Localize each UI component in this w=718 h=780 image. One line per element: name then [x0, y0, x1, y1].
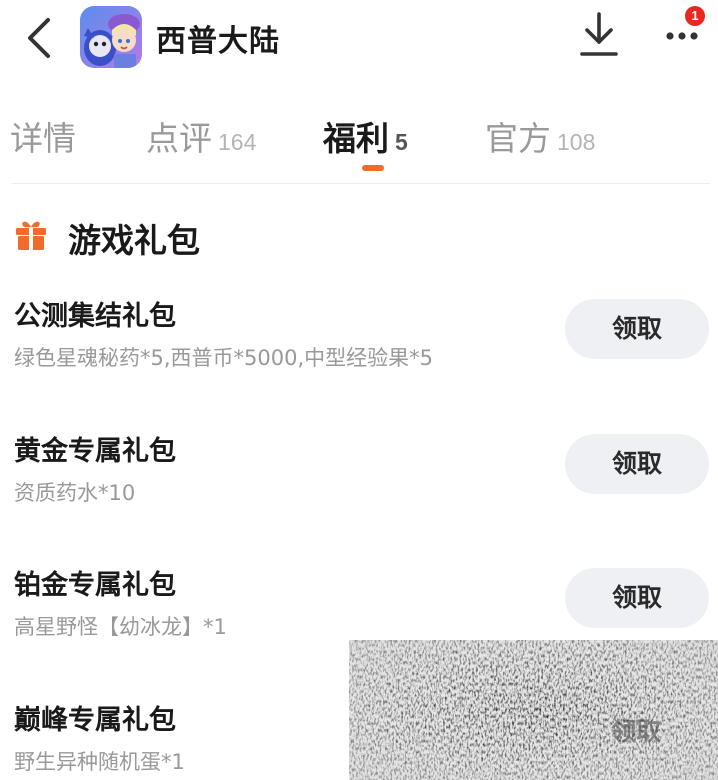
tab-label: 福利	[323, 119, 389, 158]
noise-pattern	[349, 640, 718, 780]
download-icon	[580, 12, 618, 56]
tab-reviews[interactable]: 点评 164	[146, 112, 256, 160]
tab-welfare[interactable]: 福利 5	[323, 112, 408, 160]
download-button[interactable]	[576, 10, 622, 60]
app-title: 西普大陆	[156, 24, 280, 59]
tab-count: 164	[218, 129, 257, 155]
tab-label: 官方	[485, 119, 551, 158]
claim-button[interactable]: 领取	[565, 568, 709, 628]
gift-desc: 野生异种随机蛋*1	[14, 750, 185, 774]
gift-desc: 绿色星魂秘药*5,西普币*5000,中型经验果*5	[14, 346, 434, 370]
notification-badge: 1	[685, 6, 705, 26]
app-icon[interactable]	[80, 6, 142, 68]
tab-label: 点评	[146, 119, 212, 158]
noise-overlay: 领取	[349, 640, 718, 780]
gift-item: 公测集结礼包 绿色星魂秘药*5,西普币*5000,中型经验果*5 领取	[0, 294, 718, 404]
tab-count: 5	[395, 129, 408, 155]
chevron-left-icon	[28, 18, 50, 58]
gift-desc: 高星野怪【幼冰龙】*1	[14, 615, 227, 639]
active-tab-indicator	[362, 165, 384, 171]
tab-label: 详情	[10, 119, 76, 158]
gift-desc: 资质药水*10	[14, 481, 136, 505]
claim-button[interactable]: 领取	[611, 712, 661, 748]
claim-button[interactable]: 领取	[565, 299, 709, 359]
top-bar: 西普大陆 1	[0, 0, 718, 80]
tab-bar: 详情 点评 164 福利 5 官方 108	[0, 100, 718, 180]
gift-item: 黄金专属礼包 资质药水*10 领取	[0, 429, 718, 539]
gift-name: 公测集结礼包	[14, 301, 176, 332]
tab-divider	[12, 183, 710, 184]
gift-page: 西普大陆 1 详情 点评 164 福利 5 官方 108 游戏礼包 公测集结礼包…	[0, 0, 718, 780]
tab-details[interactable]: 详情	[10, 112, 76, 160]
tab-official[interactable]: 官方 108	[485, 112, 595, 160]
section-title: 游戏礼包	[68, 221, 200, 260]
more-button[interactable]: 1	[660, 6, 708, 54]
gift-name: 巅峰专属礼包	[14, 705, 176, 736]
gift-icon	[16, 221, 46, 250]
more-dots-icon	[666, 32, 698, 40]
gift-name: 铂金专属礼包	[14, 570, 176, 601]
claim-button[interactable]: 领取	[565, 434, 709, 494]
back-button[interactable]	[20, 14, 60, 62]
tab-count: 108	[557, 129, 596, 155]
gift-name: 黄金专属礼包	[14, 436, 176, 467]
